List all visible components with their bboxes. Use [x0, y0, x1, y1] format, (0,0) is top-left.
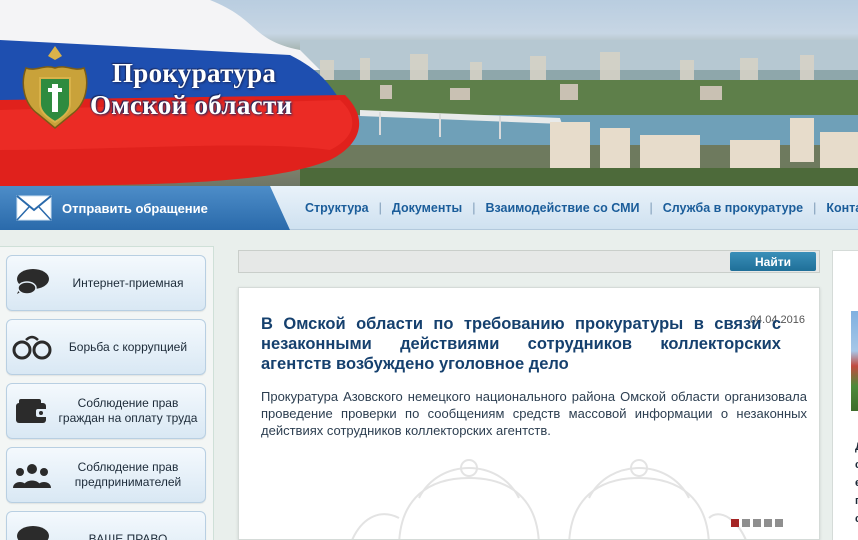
slider-dot[interactable] — [753, 519, 761, 527]
send-appeal-label: Отправить обращение — [62, 200, 208, 216]
handcuffs-icon — [7, 332, 57, 362]
sidebar-item-label: ВАШЕ ПРАВО — [88, 531, 168, 540]
prosecutor-emblem-icon — [22, 46, 88, 129]
news-headline[interactable]: В Омской области по требованию прокурату… — [261, 314, 781, 374]
city-panorama-image — [300, 40, 858, 186]
menu-item-documents[interactable]: Документы — [392, 201, 462, 215]
sidebar-item-label: Интернет-приемная — [72, 275, 184, 290]
menu-separator: | — [813, 201, 817, 215]
site-title-line1: Прокуратура — [112, 58, 277, 88]
slider-dot[interactable] — [742, 519, 750, 527]
sidebar-item-label: Соблюдение прав граждан на оплату труда — [58, 396, 198, 425]
menu-separator: | — [378, 201, 382, 215]
top-menu: Структура | Документы | Взаимодействие с… — [305, 186, 858, 230]
news-body: Прокуратура Азовского немецкого национал… — [261, 389, 807, 438]
slider-dot[interactable] — [764, 519, 772, 527]
menu-separator: | — [472, 201, 476, 215]
menu-separator: | — [649, 201, 653, 215]
main-navbar: Отправить обращение Структура | Документ… — [0, 186, 858, 230]
right-side-panel: Д с е п с — [832, 250, 858, 540]
search-input[interactable] — [239, 251, 729, 272]
sidebar-item-wage-rights[interactable]: Соблюдение прав граждан на оплату труда — [6, 383, 206, 439]
site-title-line2: Омской области — [90, 90, 293, 120]
menu-item-contacts[interactable]: Контакты — [826, 201, 858, 215]
envelope-icon — [16, 195, 52, 221]
sidebar-item-your-right[interactable]: ВАШЕ ПРАВО — [6, 511, 206, 540]
slider-dot[interactable] — [731, 519, 739, 527]
slider-pagination — [731, 519, 783, 527]
speech-bubbles-icon — [7, 268, 57, 298]
sidebar-item-label: Борьба с коррупцией — [68, 339, 188, 354]
sidebar-item-internet-reception[interactable]: Интернет-приемная — [6, 255, 206, 311]
menu-item-structure[interactable]: Структура — [305, 201, 369, 215]
wallet-icon — [7, 397, 57, 425]
left-sidebar: Интернет-приемная Борьба с коррупцией Со… — [0, 246, 214, 540]
sidebar-item-anticorruption[interactable]: Борьба с коррупцией — [6, 319, 206, 375]
search-button[interactable]: Найти — [730, 252, 816, 271]
people-group-icon — [7, 460, 57, 490]
sidebar-item-entrepreneur-rights[interactable]: Соблюдение прав предпринимателей — [6, 447, 206, 503]
header-banner: Прокуратура Омской области — [0, 0, 858, 186]
menu-item-service[interactable]: Служба в прокуратуре — [663, 201, 803, 215]
side-photo-image — [851, 311, 858, 411]
sidebar-item-label: Соблюдение прав предпринимателей — [74, 460, 182, 489]
crown-emblem-watermark — [351, 459, 747, 539]
news-slider: 04.04.2016 В Омской области по требовани… — [238, 287, 820, 540]
slider-dot[interactable] — [775, 519, 783, 527]
send-appeal-button[interactable]: Отправить обращение — [0, 186, 290, 230]
speech-bubble-icon — [7, 524, 57, 540]
search-bar: Найти — [238, 250, 820, 273]
menu-item-media[interactable]: Взаимодействие со СМИ — [485, 201, 639, 215]
